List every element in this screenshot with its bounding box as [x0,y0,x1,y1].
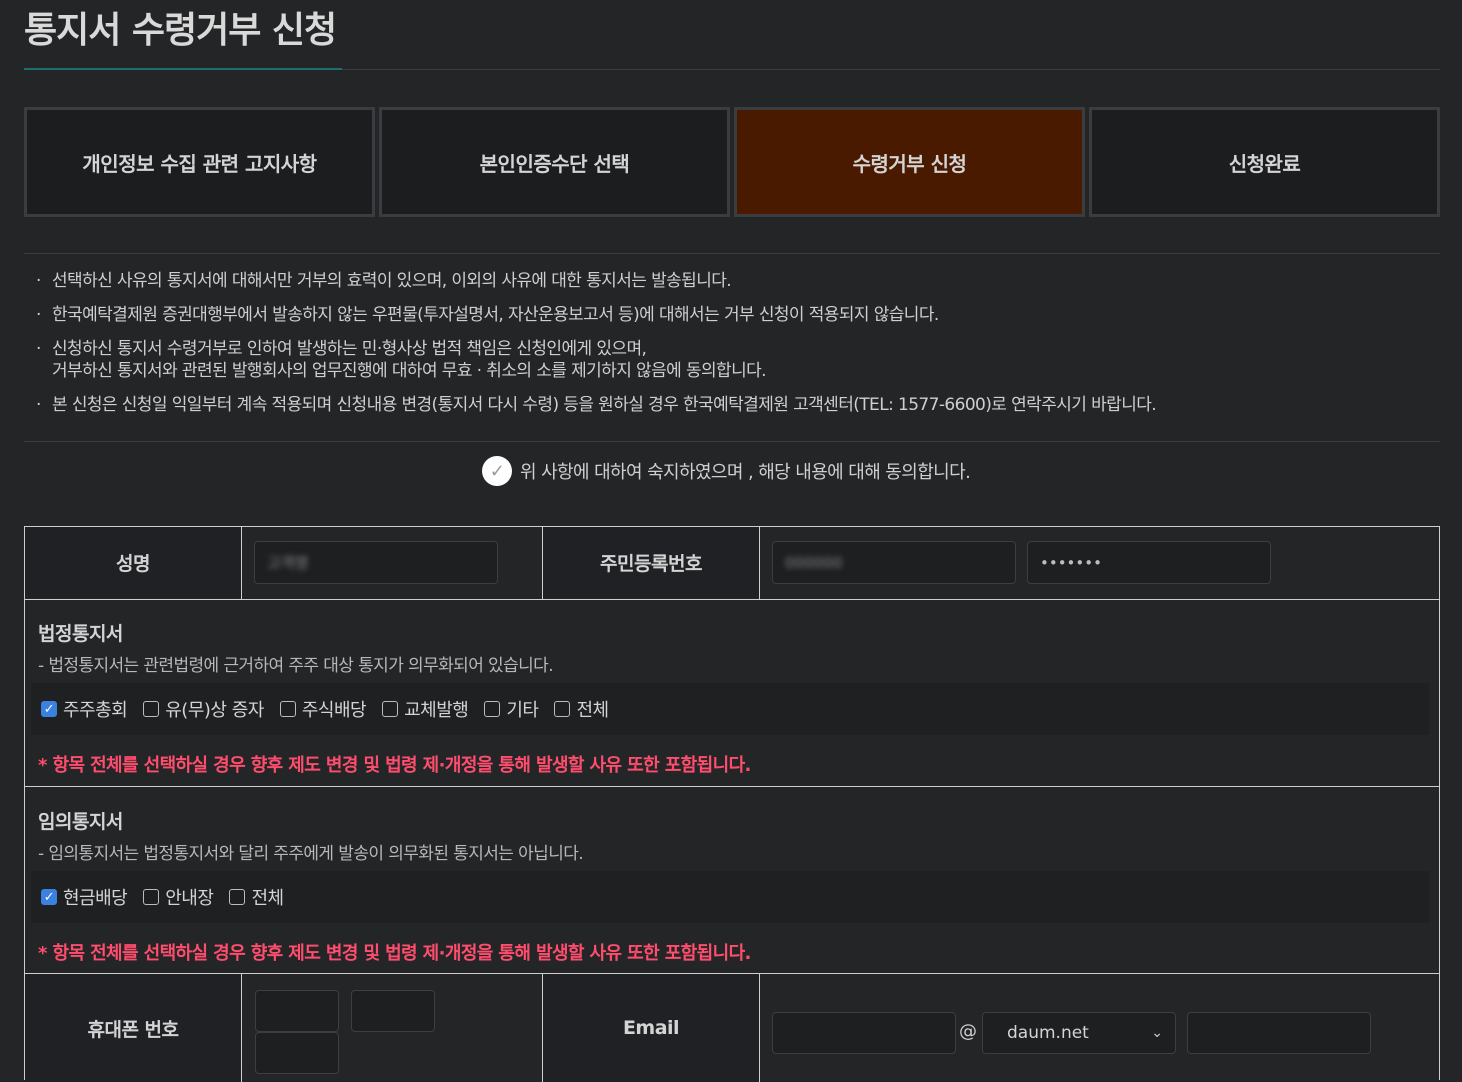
step-complete: 신청완료 [1089,107,1440,217]
step-indicator: 개인정보 수집 관련 고지사항 본인인증수단 선택 수령거부 신청 신청완료 [24,107,1440,217]
notice-item: 신청하신 통지서 수령거부로 인하여 발생하는 민·형사상 법적 책임은 신청인… [36,338,1436,382]
notice-item: 선택하신 사유의 통지서에 대해서만 거부의 효력이 있으며, 이외의 사유에 … [36,270,1436,292]
checkbox-icon[interactable] [554,701,571,717]
checkbox-icon[interactable] [382,701,399,717]
legal-option-shareholder-meeting[interactable]: ✓ 주주총회 [41,696,128,722]
checkbox-icon[interactable] [484,701,501,717]
optional-notice-desc: - 임의통지서는 법정통지서와 달리 주주에게 발송이 의무화된 통지서는 아닙… [38,844,584,864]
notes-bottom-divider [24,441,1440,442]
legal-option-stock-dividend[interactable]: 주식배당 [279,696,367,722]
rrn-back-input[interactable]: ••••••• [1027,541,1271,584]
email-label: Email [543,974,759,1082]
checkbox-checked-icon[interactable]: ✓ [41,701,57,717]
legal-notice-desc: - 법정통지서는 관련법령에 근거하여 주주 대상 통지가 의무화되어 있습니다… [38,656,554,676]
name-input[interactable]: 고객명 [254,541,498,584]
step-refusal-request: 수령거부 신청 [734,107,1085,217]
legal-notice-warning: * 항목 전체를 선택하실 경우 향후 제도 변경 및 법령 제·개정을 통해 … [38,755,751,776]
optional-notice-title: 임의통지서 [38,811,123,833]
legal-option-capital-increase[interactable]: 유(무)상 증자 [143,696,264,722]
optional-option-all[interactable]: 전체 [229,884,284,910]
rrn-front-input[interactable]: 000000 [772,541,1016,584]
page-title: 통지서 수령거부 신청 [24,10,337,51]
phone-label: 휴대폰 번호 [25,974,241,1082]
legal-notice-options: ✓ 주주총회 유(무)상 증자 주식배당 교체발행 기타 전체 [31,683,1429,735]
phone-part1-input[interactable] [255,990,339,1032]
checkbox-icon[interactable] [279,701,296,717]
checkbox-icon[interactable] [143,701,160,717]
checkbox-checked-icon[interactable]: ✓ [41,889,57,905]
notice-item: 한국예탁결제원 증권대행부에서 발송하지 않는 우편물(투자설명서, 자산운용보… [36,304,1436,326]
chevron-down-icon: ⌄ [1151,1025,1163,1041]
optional-notice-warning: * 항목 전체를 선택하실 경우 향후 제도 변경 및 법령 제·개정을 통해 … [38,943,751,964]
legal-option-all[interactable]: 전체 [554,696,609,722]
name-label: 성명 [25,527,241,598]
email-domain-input[interactable] [1187,1012,1371,1054]
step-privacy-notice: 개인정보 수집 관련 고지사항 [24,107,375,217]
optional-option-guide-letter[interactable]: 안내장 [143,884,214,910]
phone-part2-input[interactable] [351,990,435,1032]
step-auth-method: 본인인증수단 선택 [379,107,730,217]
check-icon[interactable]: ✓ [482,456,512,486]
agreement-checkbox[interactable]: ✓ 위 사항에 대하여 숙지하였으며 , 해당 내용에 대해 동의합니다. [482,456,971,486]
optional-option-cash-dividend[interactable]: ✓ 현금배당 [41,884,128,910]
checkbox-icon[interactable] [229,889,246,905]
email-at-sign: @ [959,1021,977,1042]
notice-list: 선택하신 사유의 통지서에 대해서만 거부의 효력이 있으며, 이외의 사유에 … [36,270,1436,428]
application-form: 성명 고객명 주민등록번호 000000 ••••••• 법정통지서 - 법정통… [24,526,1440,1082]
phone-part3-input[interactable] [255,1032,339,1074]
email-domain-select[interactable]: daum.net ⌄ [982,1012,1176,1054]
rrn-label: 주민등록번호 [543,527,759,598]
optional-notice-options: ✓ 현금배당 안내장 전체 [31,871,1429,923]
legal-notice-title: 법정통지서 [38,623,123,645]
notice-item: 본 신청은 신청일 익일부터 계속 적용되며 신청내용 변경(통지서 다시 수령… [36,394,1436,416]
notes-top-divider [24,253,1440,254]
legal-option-other[interactable]: 기타 [484,696,539,722]
title-accent-bar [24,68,342,70]
checkbox-icon[interactable] [143,889,160,905]
email-id-input[interactable] [772,1012,956,1054]
agreement-text: 위 사항에 대하여 숙지하였으며 , 해당 내용에 대해 동의합니다. [520,462,971,483]
legal-option-reissue[interactable]: 교체발행 [382,696,469,722]
